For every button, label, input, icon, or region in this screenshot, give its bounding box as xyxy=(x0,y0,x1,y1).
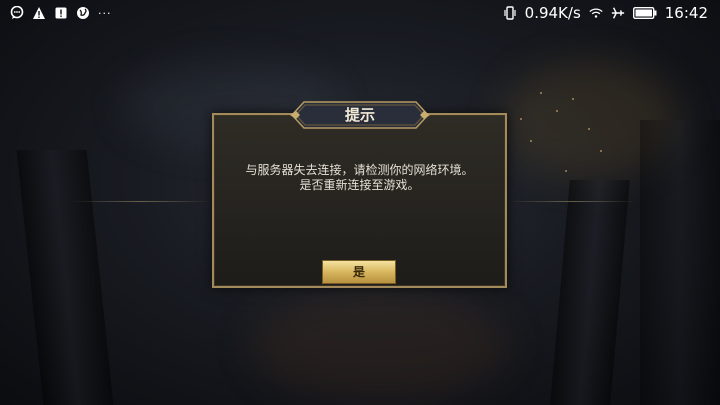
status-bar: ··· 0.94K/s 16:42 xyxy=(0,0,720,28)
network-speed: 0.94K/s xyxy=(524,4,581,22)
divider-right xyxy=(508,201,638,202)
wifi-icon xyxy=(589,6,603,20)
globe-icon xyxy=(76,6,90,20)
confirm-reconnect-button[interactable]: 是 xyxy=(322,260,396,284)
dialog-title: 提示 xyxy=(344,106,375,124)
battery-icon xyxy=(632,6,657,20)
clock-time: 16:42 xyxy=(664,4,708,22)
divider-left xyxy=(70,201,212,202)
warning-icon xyxy=(32,6,46,20)
airplane-mode-icon xyxy=(611,6,625,20)
vibrate-icon xyxy=(503,6,517,20)
dialog-message: 与服务器失去连接，请检测你的网络环境。 是否重新连接至游戏。 xyxy=(214,163,505,193)
message-line-1: 与服务器失去连接，请检测你的网络环境。 xyxy=(245,163,474,177)
alert-icon xyxy=(54,6,68,20)
chat-icon xyxy=(10,6,24,20)
more-notifications-icon: ··· xyxy=(98,6,112,20)
dialog-title-banner: 提示 xyxy=(290,100,430,130)
message-line-2: 是否重新连接至游戏。 xyxy=(299,178,420,192)
